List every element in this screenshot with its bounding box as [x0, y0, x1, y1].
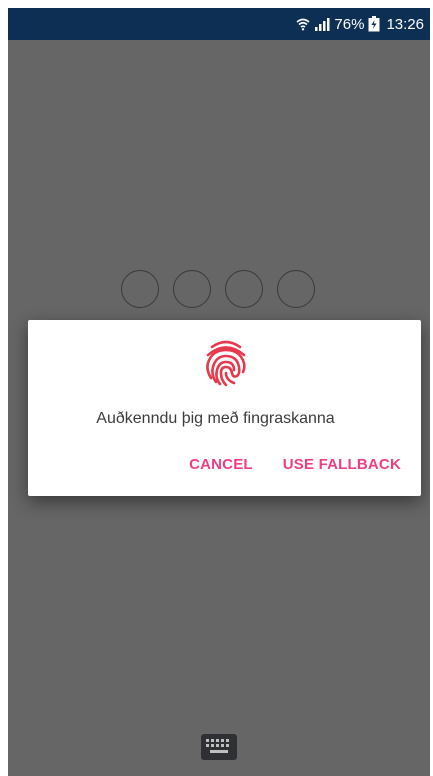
fingerprint-dialog: Auðkenndu þig með fingraskanna CANCEL US…: [28, 320, 421, 496]
pin-dot: [225, 270, 263, 308]
pin-dot: [121, 270, 159, 308]
battery-percentage: 76%: [334, 15, 365, 33]
signal-icon: [314, 17, 330, 31]
dialog-actions: CANCEL USE FALLBACK: [189, 456, 401, 473]
battery-icon: [368, 16, 380, 32]
status-bar: 76% 13:26: [8, 8, 430, 40]
lock-screen: 76% 13:26 Auðkenndu þig með fingraskanna…: [8, 8, 430, 776]
fingerprint-icon: [204, 338, 248, 393]
pin-indicator: [121, 270, 315, 308]
pin-dot: [277, 270, 315, 308]
cancel-button[interactable]: CANCEL: [189, 456, 253, 473]
dialog-message: Auðkenndu þig með fingraskanna: [96, 410, 335, 427]
pin-dot: [173, 270, 211, 308]
keyboard-icon[interactable]: [201, 734, 237, 765]
use-fallback-button[interactable]: USE FALLBACK: [283, 456, 401, 473]
clock: 13:26: [386, 15, 424, 33]
wifi-icon: [296, 17, 310, 31]
